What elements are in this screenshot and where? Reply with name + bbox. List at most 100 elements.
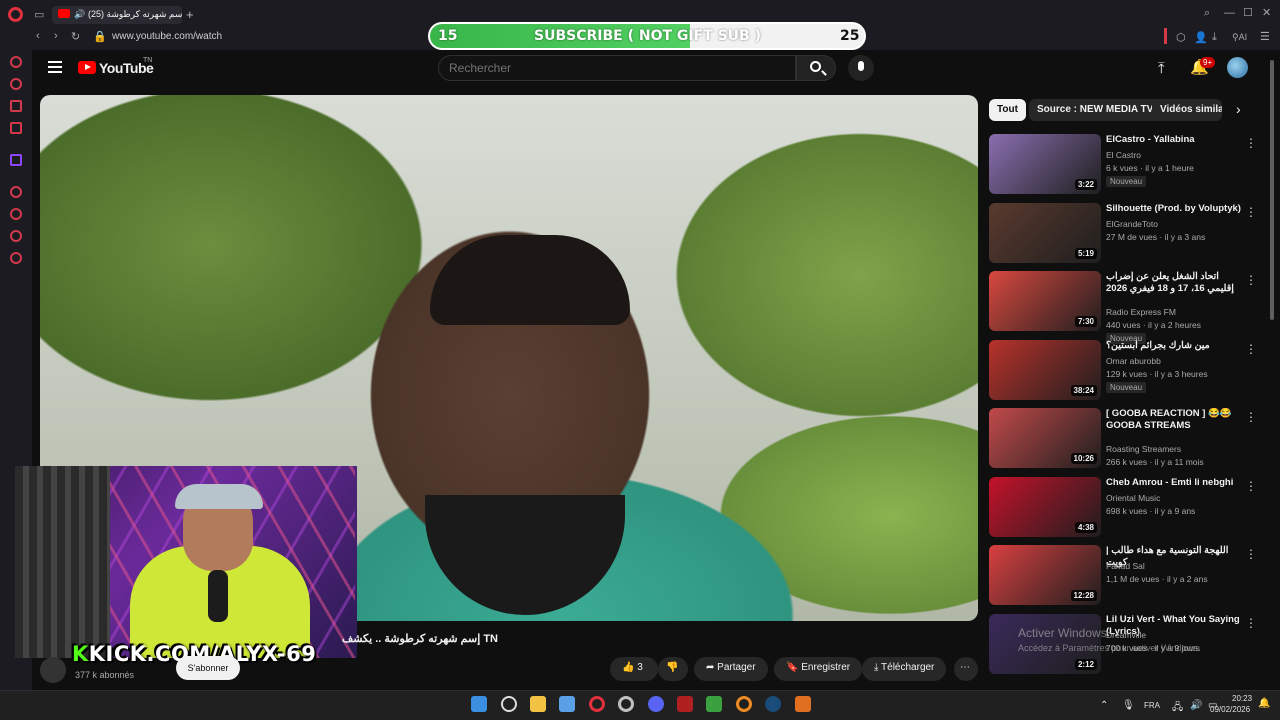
- minimize-icon[interactable]: —: [1224, 7, 1235, 19]
- opera-logo-icon[interactable]: [8, 7, 23, 22]
- more-options-icon[interactable]: ⋮: [1245, 616, 1257, 630]
- chip-all[interactable]: Tout: [989, 99, 1026, 121]
- upload-icon[interactable]: ⤒: [1158, 60, 1165, 77]
- more-options-icon[interactable]: ⋮: [1245, 273, 1257, 287]
- sidebar-app-icon[interactable]: [10, 56, 22, 68]
- recommendation-channel[interactable]: El Castro: [1106, 150, 1141, 160]
- subscribe-button[interactable]: S'abonner: [176, 656, 240, 680]
- chevron-right-icon[interactable]: ›: [1236, 101, 1241, 117]
- taskbar-search-icon[interactable]: [501, 696, 517, 712]
- recommendation-channel[interactable]: Fahad Sal: [1106, 561, 1145, 571]
- recommendation-title[interactable]: [ GOOBA REACTION ] 😂😂 GOOBA STREAMS HIGH…: [1106, 408, 1242, 432]
- new-tab-icon[interactable]: +: [186, 7, 194, 22]
- recommendation-item[interactable]: 12:28 اللهجة التونسية مع هداء طالب | كويت…: [989, 545, 1259, 607]
- volume-icon[interactable]: 🔊: [1190, 700, 1202, 711]
- search-app-icon[interactable]: [736, 696, 752, 712]
- search-input[interactable]: [438, 55, 796, 81]
- guide-menu-icon[interactable]: [48, 61, 62, 73]
- extensions-icon[interactable]: ⬡: [1176, 31, 1186, 44]
- video-thumbnail[interactable]: 7:30: [989, 271, 1101, 331]
- chip-source[interactable]: Source : NEW MEDIA TV: [1029, 99, 1162, 121]
- start-icon[interactable]: [471, 696, 487, 712]
- recommendation-item[interactable]: 3:22 ElCastro - Yallabina El Castro 6 k vue…: [989, 134, 1259, 196]
- recommendation-item[interactable]: 10:26 [ GOOBA REACTION ] 😂😂 GOOBA STREAMS…: [989, 408, 1259, 470]
- recommendation-item[interactable]: 5:19 Silhouette (Prod. by Voluptyk) ElGran…: [989, 202, 1259, 265]
- chip-related[interactable]: Vidéos similaires: [1152, 99, 1222, 121]
- language-indicator[interactable]: FRA: [1144, 701, 1160, 710]
- notification-center-icon[interactable]: 🔔: [1258, 698, 1270, 709]
- history-icon[interactable]: [10, 208, 22, 220]
- url-field[interactable]: www.youtube.com/watch: [112, 31, 222, 42]
- profile-icon[interactable]: 👤: [1194, 31, 1208, 44]
- recommendation-title[interactable]: اتحاد الشغل يعلن عن إضراب إقليمي 16، 17 …: [1106, 271, 1242, 295]
- search-tabs-icon[interactable]: ⌕: [1204, 7, 1210, 20]
- recommendation-title[interactable]: Silhouette (Prod. by Voluptyk): [1106, 203, 1242, 215]
- page-scrollbar[interactable]: [1270, 60, 1274, 320]
- recommendation-item[interactable]: 38:24 مين شارك بجرائم ابستين؟ Omar aburobb…: [989, 339, 1259, 402]
- like-button[interactable]: 👍 3: [610, 657, 658, 681]
- tab-youtube[interactable]: (25) إسم شهرته كرطوشة: [52, 6, 182, 24]
- video-thumbnail[interactable]: 5:19: [989, 202, 1101, 263]
- media-player-icon[interactable]: [706, 696, 722, 712]
- recommendation-channel[interactable]: Omar aburobb: [1106, 356, 1161, 366]
- more-actions-button[interactable]: ⋯: [954, 657, 978, 681]
- menu-icon[interactable]: ☰: [1260, 30, 1270, 43]
- discord-icon[interactable]: [648, 696, 664, 712]
- clock-date[interactable]: 09/02/2026: [1210, 705, 1250, 714]
- share-button[interactable]: ➦ Partager: [694, 657, 768, 681]
- more-options-icon[interactable]: ⋮: [1245, 205, 1257, 219]
- video-thumbnail[interactable]: 4:38: [989, 476, 1101, 537]
- vlc-icon[interactable]: [795, 696, 811, 712]
- recommendation-channel[interactable]: ElGrandeToto: [1106, 219, 1158, 229]
- more-options-icon[interactable]: ⋮: [1245, 136, 1257, 150]
- youtube-logo-icon[interactable]: [78, 61, 96, 74]
- recommendation-channel[interactable]: Roasting Streamers: [1106, 444, 1181, 454]
- player-icon[interactable]: [10, 186, 22, 198]
- voice-search-icon[interactable]: [848, 55, 874, 81]
- video-thumbnail[interactable]: 38:24: [989, 339, 1101, 400]
- recommendation-channel[interactable]: Oriental Music: [1106, 493, 1160, 503]
- tray-chevron-icon[interactable]: ⌃: [1100, 700, 1108, 711]
- download-icon[interactable]: ⤓: [1212, 31, 1217, 44]
- pinboard-icon[interactable]: [10, 230, 22, 242]
- network-icon[interactable]: 🖧: [1172, 700, 1183, 717]
- recommendation-item[interactable]: 7:30 اتحاد الشغل يعلن عن إضراب إقليمي 16،…: [989, 271, 1259, 344]
- more-options-icon[interactable]: ⋮: [1245, 479, 1257, 493]
- instagram-icon[interactable]: [10, 122, 22, 134]
- reload-icon[interactable]: ↻: [71, 30, 80, 43]
- video-thumbnail[interactable]: 12:28: [989, 545, 1101, 605]
- maximize-icon[interactable]: ☐: [1243, 6, 1253, 19]
- speaker-icon[interactable]: 🔊: [74, 9, 85, 20]
- recommendation-title[interactable]: مين شارك بجرائم ابستين؟: [1106, 340, 1242, 352]
- more-options-icon[interactable]: ⋮: [1245, 410, 1257, 424]
- settings-icon[interactable]: [10, 252, 22, 264]
- twitch-icon[interactable]: [10, 154, 22, 166]
- steam-icon[interactable]: [765, 696, 781, 712]
- back-icon[interactable]: ‹: [36, 30, 40, 42]
- search-button[interactable]: [796, 55, 836, 81]
- clock-time[interactable]: 20:23: [1232, 694, 1252, 703]
- file-explorer-icon[interactable]: [530, 696, 546, 712]
- recommendation-title[interactable]: ElCastro - Yallabina: [1106, 134, 1242, 146]
- tab-islands-icon[interactable]: ▭: [34, 8, 44, 21]
- close-icon[interactable]: ✕: [1262, 6, 1271, 19]
- forward-icon[interactable]: ›: [54, 30, 58, 42]
- sidebar-app-icon[interactable]: [10, 78, 22, 90]
- more-options-icon[interactable]: ⋮: [1245, 342, 1257, 356]
- store-icon[interactable]: [559, 696, 575, 712]
- dislike-button[interactable]: 👎: [658, 657, 688, 681]
- obs-icon[interactable]: [618, 696, 634, 712]
- video-thumbnail[interactable]: 3:22: [989, 134, 1101, 194]
- ai-button[interactable]: ⚲AI: [1232, 32, 1247, 43]
- messenger-icon[interactable]: [10, 100, 22, 112]
- save-button[interactable]: 🔖 Enregistrer: [774, 657, 863, 681]
- more-options-icon[interactable]: ⋮: [1245, 547, 1257, 561]
- mic-tray-icon[interactable]: 🎙: [1122, 700, 1135, 711]
- channel-avatar[interactable]: [40, 657, 66, 683]
- download-button[interactable]: ⤓ Télécharger: [862, 657, 947, 681]
- recommendation-channel[interactable]: Radio Express FM: [1106, 307, 1176, 317]
- recommendation-title[interactable]: Cheb Amrou - Emti li nebghi: [1106, 477, 1242, 489]
- opera-taskbar-icon[interactable]: [589, 696, 605, 712]
- video-thumbnail[interactable]: 10:26: [989, 408, 1101, 468]
- app-icon[interactable]: [677, 696, 693, 712]
